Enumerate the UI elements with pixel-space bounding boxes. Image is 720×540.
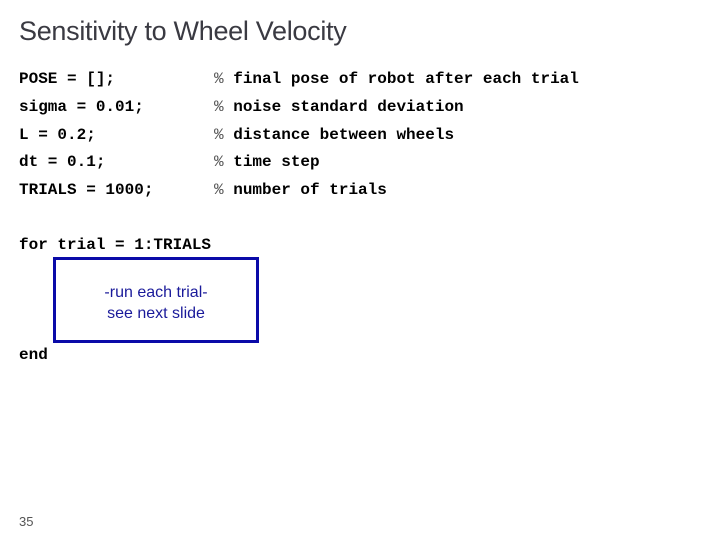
comment-text: time step	[233, 153, 320, 171]
code-comment: % noise standard deviation	[214, 97, 464, 117]
code-statement: TRIALS = 1000;	[19, 181, 154, 199]
slide-title: Sensitivity to Wheel Velocity	[19, 16, 347, 46]
comment-marker: %	[214, 181, 224, 199]
placeholder-line-2: see next slide	[107, 305, 205, 322]
comment-marker: %	[214, 98, 224, 116]
code-comment: % number of trials	[214, 180, 387, 200]
loop-start: for trial = 1:TRIALS	[19, 236, 212, 254]
placeholder-line-1: -run each trial-	[104, 284, 208, 301]
comment-text: noise standard deviation	[233, 98, 464, 116]
comment-marker: %	[214, 70, 224, 88]
page-number: 35	[19, 514, 34, 529]
placeholder-box: -run each trial- see next slide	[53, 257, 259, 343]
code-statement: dt = 0.1;	[19, 153, 106, 171]
comment-text: distance between wheels	[233, 126, 455, 144]
loop-end: end	[19, 346, 48, 364]
code-statement: POSE = [];	[19, 70, 116, 88]
comment-marker: %	[214, 126, 224, 144]
code-comment: % time step	[214, 152, 320, 172]
comment-marker: %	[214, 153, 224, 171]
code-statement: L = 0.2;	[19, 126, 96, 144]
code-comment: % final pose of robot after each trial	[214, 69, 579, 89]
comment-text: number of trials	[233, 181, 387, 199]
placeholder-text: -run each trial- see next slide	[56, 282, 256, 324]
code-statement: sigma = 0.01;	[19, 98, 144, 116]
comment-text: final pose of robot after each trial	[233, 70, 579, 88]
code-comment: % distance between wheels	[214, 125, 454, 145]
